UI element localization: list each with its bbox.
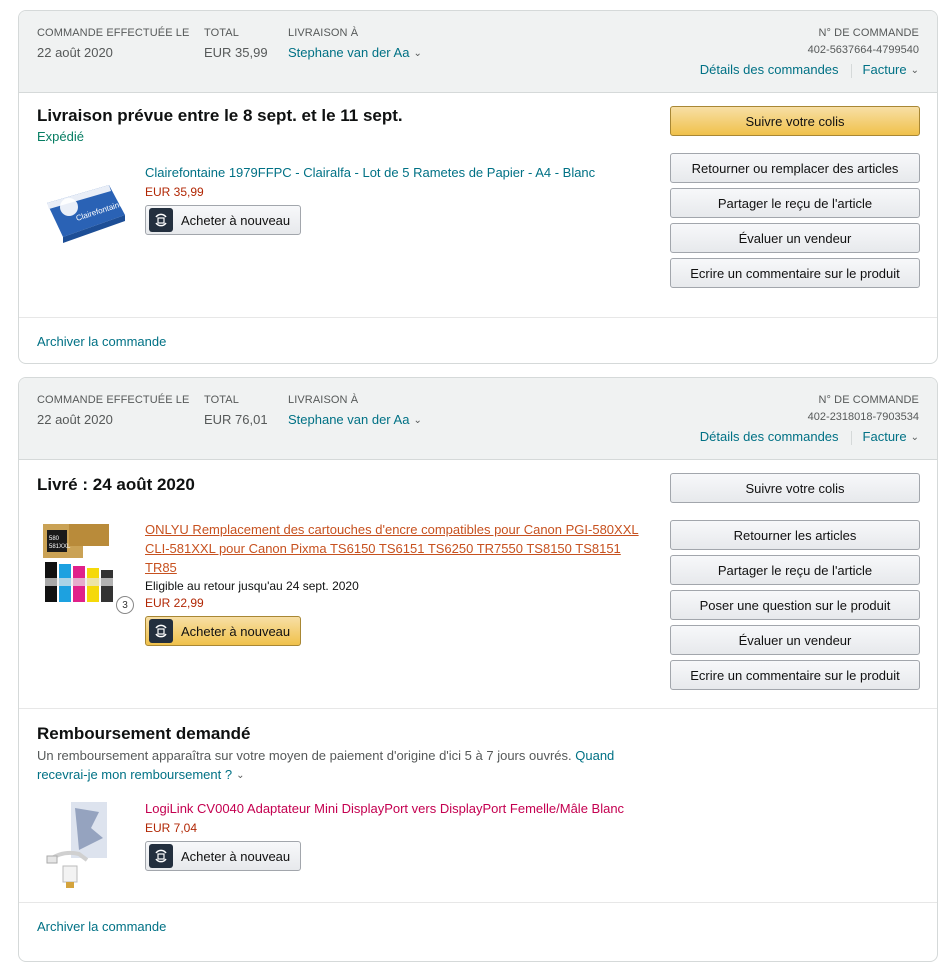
track-package-button[interactable]: Suivre votre colis <box>670 106 920 136</box>
order-details-link[interactable]: Détails des commandes <box>700 62 839 77</box>
chevron-down-icon: ⌄ <box>413 48 422 59</box>
invoice-link[interactable]: Facture ⌄ <box>863 429 919 444</box>
chevron-down-icon: ⌄ <box>910 65 919 76</box>
shipment-title: Livré : 24 août 2020 <box>37 475 195 494</box>
write-review-button[interactable]: Ecrire un commentaire sur le produit <box>670 660 920 690</box>
order-placed-date: 22 août 2020 <box>37 45 113 60</box>
refund-product-price: EUR 7,04 <box>145 821 198 835</box>
refund-message: Un remboursement apparaîtra sur votre mo… <box>37 746 637 786</box>
order-footer: Archiver la commande <box>19 902 937 961</box>
track-package-button[interactable]: Suivre votre colis <box>670 473 920 503</box>
divider <box>850 63 852 78</box>
ask-question-button[interactable]: Poser une question sur le produit <box>670 590 920 620</box>
shipment-title: Livraison prévue entre le 8 sept. et le … <box>37 106 403 125</box>
order-number-label: N° DE COMMANDE <box>818 27 919 39</box>
quantity-badge: 3 <box>116 596 134 614</box>
order-total-label: TOTAL <box>204 27 239 39</box>
product-title-link[interactable]: Clairefontaine 1979FFPC - Clairalfa - Lo… <box>145 163 645 182</box>
product-price: EUR 22,99 <box>145 596 204 610</box>
order-number: 402-2318018-7903534 <box>807 411 919 423</box>
order-card: COMMANDE EFFECTUÉE LE 22 août 2020 TOTAL… <box>18 377 938 962</box>
rate-seller-button[interactable]: Évaluer un vendeur <box>670 223 920 253</box>
order-number: 402-5637664-4799540 <box>807 44 919 56</box>
buy-again-button[interactable]: Acheter à nouveau <box>145 841 301 871</box>
chevron-down-icon: ⌄ <box>413 415 422 426</box>
order-placed-label: COMMANDE EFFECTUÉE LE <box>37 394 190 406</box>
return-items-button[interactable]: Retourner les articles <box>670 520 920 550</box>
rate-seller-button[interactable]: Évaluer un vendeur <box>670 625 920 655</box>
order-details-link[interactable]: Détails des commandes <box>700 429 839 444</box>
order-footer: Archiver la commande <box>19 317 937 363</box>
shipment-status: Expédié <box>37 129 84 144</box>
product-title-link[interactable]: ONLYU Remplacement des cartouches d'encr… <box>145 520 645 577</box>
svg-text:580: 580 <box>49 536 60 542</box>
product-image[interactable]: 580 581XXL <box>39 518 127 612</box>
refund-title: Remboursement demandé <box>37 724 251 743</box>
order-header: COMMANDE EFFECTUÉE LE 22 août 2020 TOTAL… <box>19 11 937 93</box>
buy-again-button[interactable]: Acheter à nouveau <box>145 616 301 646</box>
order-placed-date: 22 août 2020 <box>37 412 113 427</box>
order-number-label: N° DE COMMANDE <box>818 394 919 406</box>
ship-to-name[interactable]: Stephane van der Aa ⌄ <box>288 412 422 427</box>
svg-text:581XXL: 581XXL <box>49 544 71 550</box>
buy-again-button[interactable]: Acheter à nouveau <box>145 205 301 235</box>
ship-to-label: LIVRAISON À <box>288 394 359 406</box>
ship-to-name[interactable]: Stephane van der Aa ⌄ <box>288 45 422 60</box>
return-eligibility: Eligible au retour jusqu'au 24 sept. 202… <box>145 579 359 593</box>
product-price: EUR 35,99 <box>145 185 204 199</box>
order-placed-label: COMMANDE EFFECTUÉE LE <box>37 27 190 39</box>
ship-to-label: LIVRAISON À <box>288 27 359 39</box>
divider <box>19 708 937 709</box>
invoice-link[interactable]: Facture ⌄ <box>863 62 919 77</box>
write-review-button[interactable]: Ecrire un commentaire sur le produit <box>670 258 920 288</box>
buy-again-icon <box>149 844 173 868</box>
return-replace-button[interactable]: Retourner ou remplacer des articles <box>670 153 920 183</box>
share-receipt-button[interactable]: Partager le reçu de l'article <box>670 555 920 585</box>
order-total-value: EUR 76,01 <box>204 412 268 427</box>
refund-product-title-link[interactable]: LogiLink CV0040 Adaptateur Mini DisplayP… <box>145 799 645 818</box>
chevron-down-icon: ⌄ <box>910 432 919 443</box>
order-total-value: EUR 35,99 <box>204 45 268 60</box>
divider <box>850 430 852 445</box>
buy-again-icon <box>149 208 173 232</box>
product-image[interactable] <box>39 798 127 892</box>
order-header: COMMANDE EFFECTUÉE LE 22 août 2020 TOTAL… <box>19 378 937 460</box>
archive-order-link[interactable]: Archiver la commande <box>37 919 166 934</box>
order-total-label: TOTAL <box>204 394 239 406</box>
archive-order-link[interactable]: Archiver la commande <box>37 334 166 349</box>
order-card: COMMANDE EFFECTUÉE LE 22 août 2020 TOTAL… <box>18 10 938 364</box>
buy-again-icon <box>149 619 173 643</box>
chevron-down-icon: ⌄ <box>236 770 245 781</box>
product-image[interactable]: Clairefontaine <box>39 163 127 251</box>
share-receipt-button[interactable]: Partager le reçu de l'article <box>670 188 920 218</box>
